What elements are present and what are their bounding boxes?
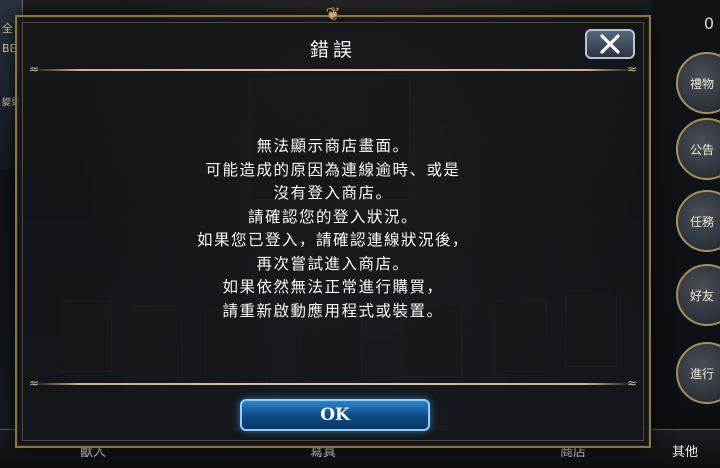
message-line: 再次嘗試進入商店。	[256, 254, 410, 273]
side-button-label: 進行	[690, 366, 715, 381]
close-icon	[600, 34, 620, 54]
message-line: 請重新啟動應用程式或裝置。	[222, 301, 444, 320]
divider-swirl-icon: ≈	[29, 376, 40, 390]
side-button-label: 好友	[690, 288, 715, 303]
side-button-label: 任務	[690, 214, 715, 229]
close-button[interactable]	[585, 29, 635, 59]
divider-swirl-icon: ≈	[29, 62, 40, 76]
footer-divider	[31, 383, 635, 385]
message-line: 請確認您的登入狀況。	[247, 207, 418, 226]
ornament-icon: ❦	[325, 4, 341, 25]
divider-swirl-icon: ≈	[626, 62, 637, 76]
message-line: 無法顯示商店畫面。	[256, 137, 410, 155]
error-message: 無法顯示商店畫面。 可能造成的原因為連線逾時、或是 沒有登入商店。 請確認您的登…	[17, 135, 649, 323]
bottom-nav-item-other[interactable]: 其他	[672, 441, 698, 460]
error-dialog: ❦ 錯誤 ≈ ≈ 無法顯示商店畫面。 可能造成的原因為連線逾時、或是 沒有登入商…	[15, 5, 651, 448]
dialog-title: 錯誤	[309, 39, 356, 61]
top-right-counter: 0	[703, 14, 714, 33]
ok-button[interactable]: OK	[240, 399, 430, 431]
title-divider	[31, 69, 635, 71]
side-button-label: 公告	[690, 142, 715, 157]
side-button-label: 禮物	[690, 76, 715, 91]
top-left-text: 全	[2, 22, 13, 35]
message-line: 沒有登入商店。	[273, 184, 393, 202]
divider-swirl-icon: ≈	[626, 376, 637, 390]
message-line: 可能造成的原因為連線逾時、或是	[205, 160, 461, 179]
message-line: 如果依然無法正常進行購買，	[222, 278, 444, 296]
message-line: 如果您已登入，請確認連線狀況後，	[196, 231, 469, 249]
